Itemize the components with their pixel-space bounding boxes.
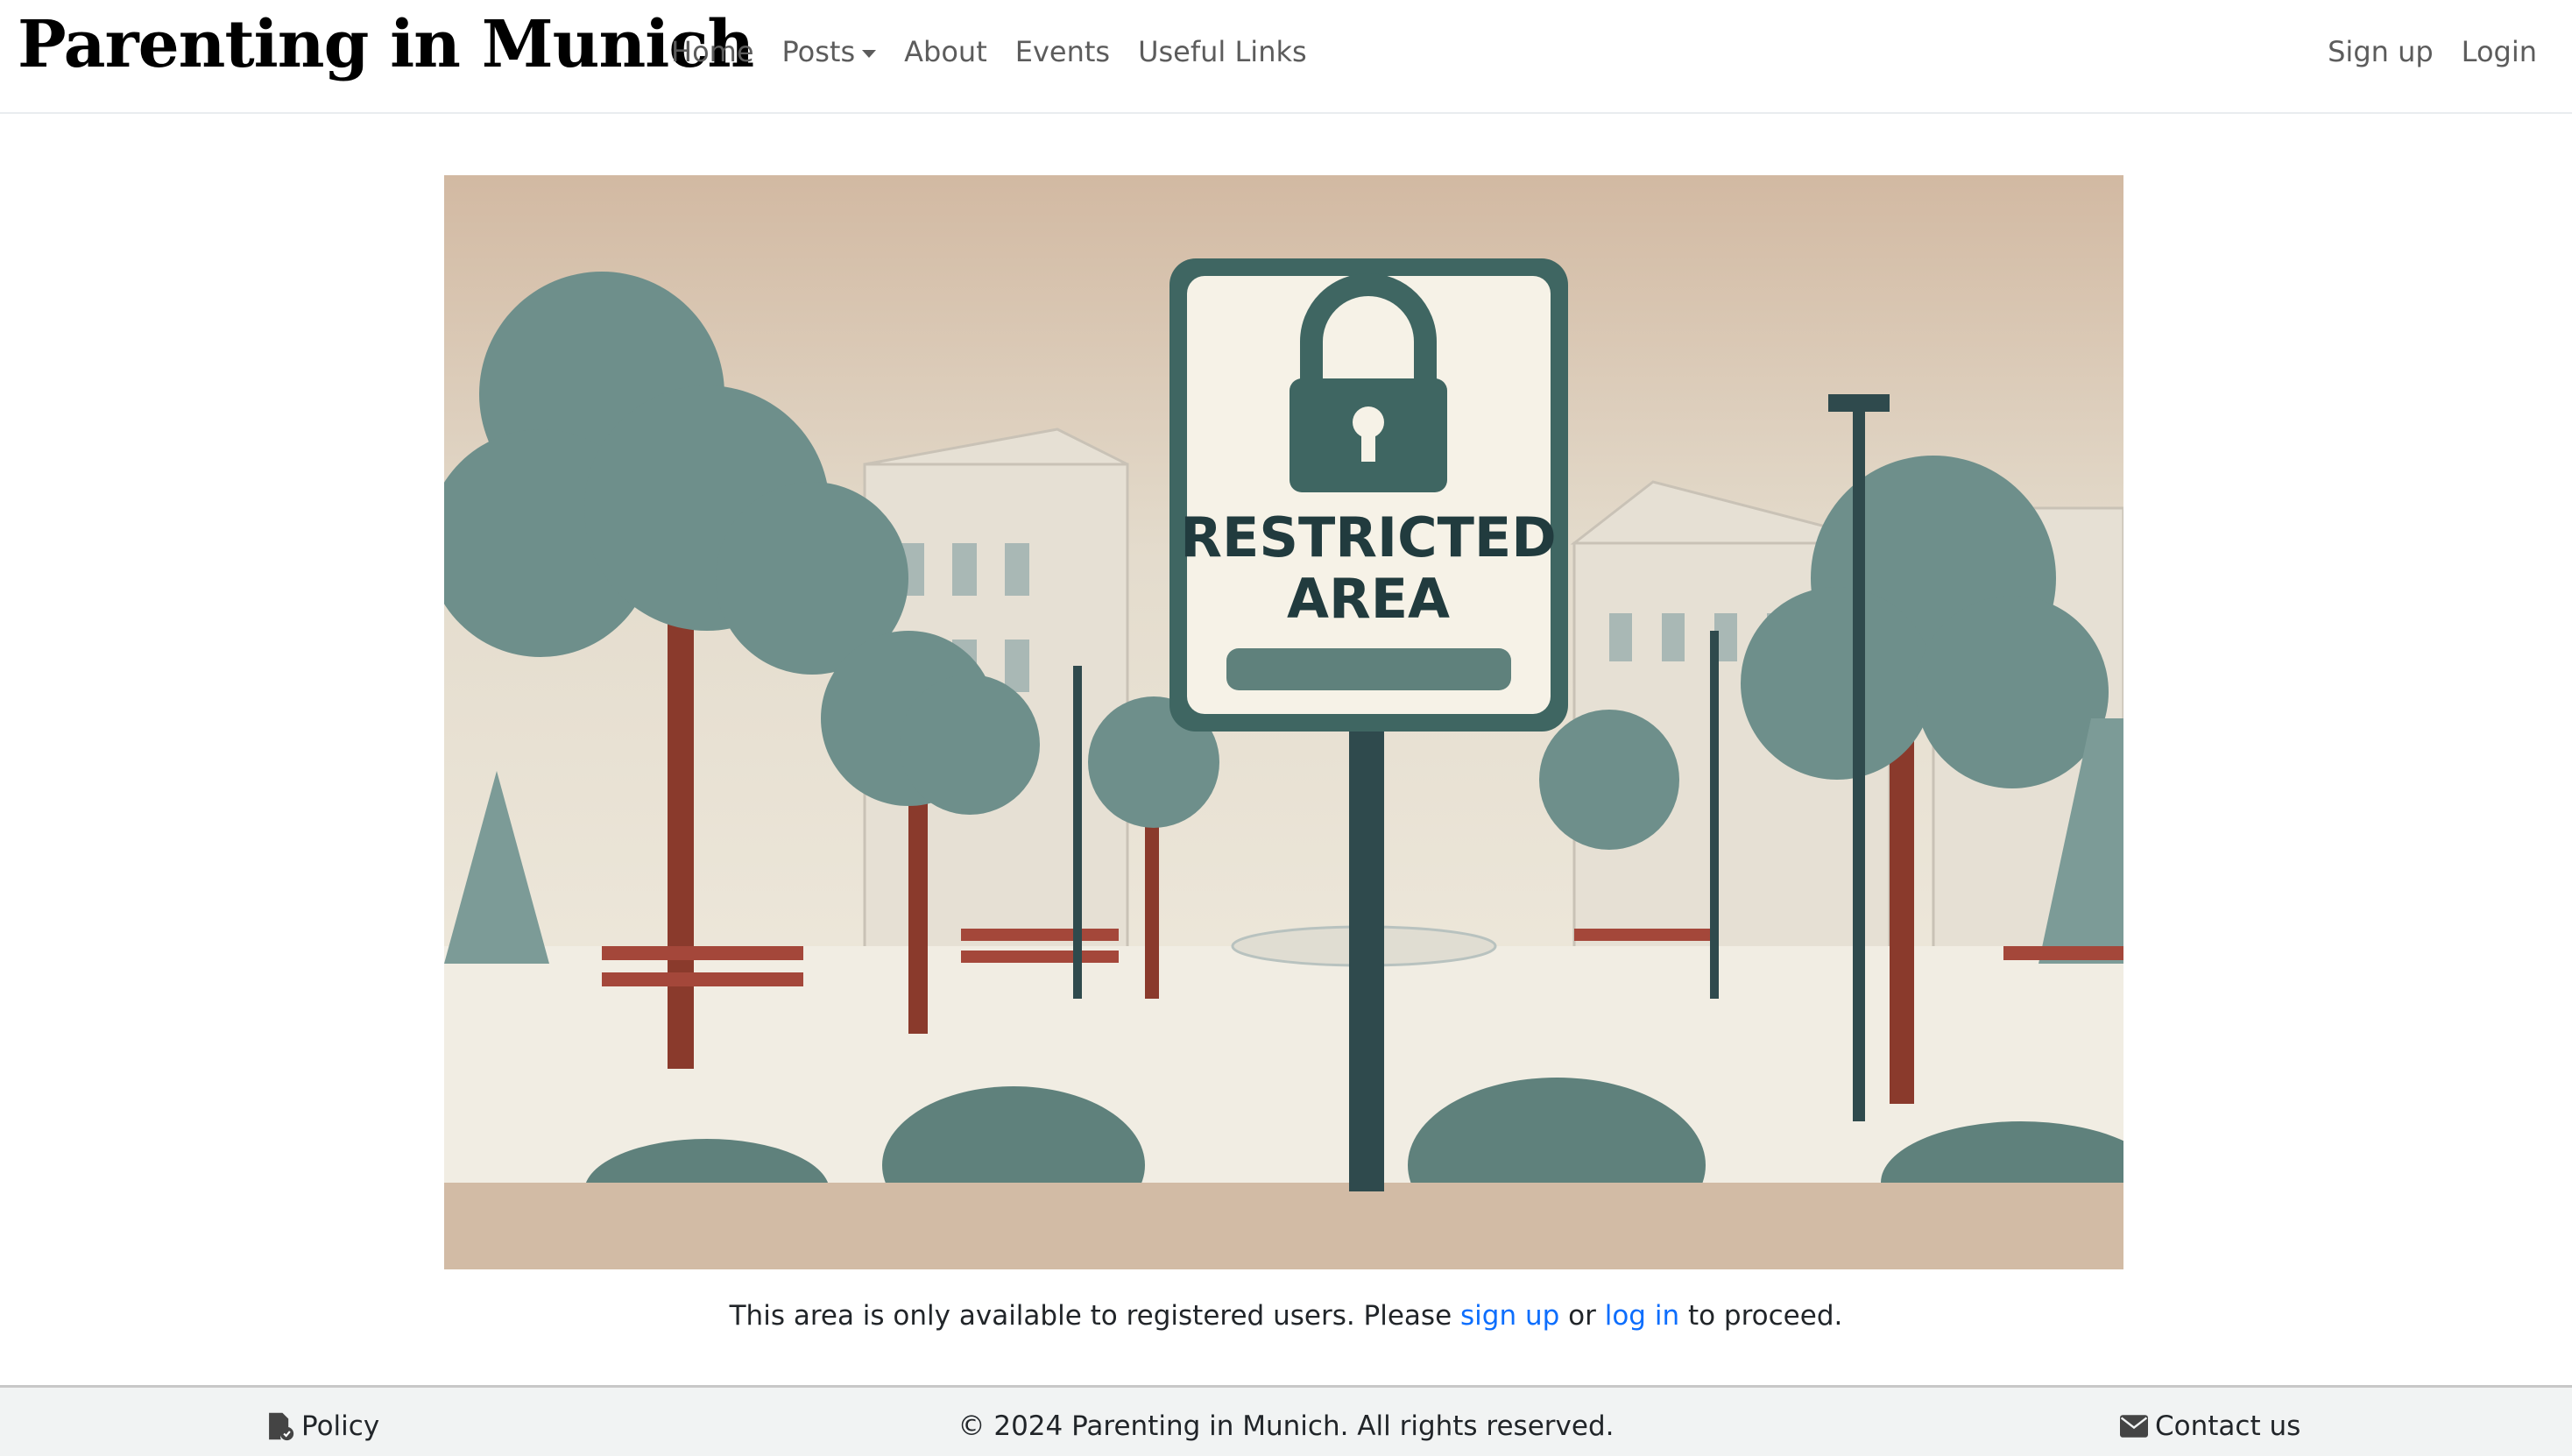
nav-posts-label: Posts: [781, 35, 856, 68]
caret-down-icon: [862, 49, 877, 58]
envelope-icon: [2120, 1415, 2148, 1438]
message-text: This area is only available to registere…: [729, 1300, 1461, 1332]
contact-link[interactable]: Contact us: [2120, 1410, 2300, 1442]
restricted-message: This area is only available to registere…: [0, 1300, 2572, 1332]
message-text: to proceed.: [1679, 1300, 1843, 1332]
navbar: Parenting in Munich Home Posts About Eve…: [0, 0, 2572, 114]
nav-home[interactable]: Home: [671, 35, 754, 68]
message-text: or: [1559, 1300, 1605, 1332]
sign-text-line2: AREA: [1287, 567, 1450, 631]
nav-about[interactable]: About: [904, 35, 987, 68]
sign-text-line1: RESTRICTED: [1180, 505, 1556, 569]
auth-links: Sign up Login: [2328, 35, 2537, 68]
log-in-inline-link[interactable]: log in: [1605, 1300, 1679, 1332]
footer: Policy © 2024 Parenting in Munich. All r…: [0, 1385, 2572, 1456]
nav-links: Home Posts About Events Useful Links: [671, 35, 1307, 68]
contact-label: Contact us: [2155, 1410, 2301, 1442]
sign-up-inline-link[interactable]: sign up: [1460, 1300, 1559, 1332]
nav-events[interactable]: Events: [1015, 35, 1110, 68]
login-link[interactable]: Login: [2462, 35, 2537, 68]
sign-up-link[interactable]: Sign up: [2328, 35, 2434, 68]
nav-useful-links[interactable]: Useful Links: [1138, 35, 1307, 68]
copyright-text: © 2024 Parenting in Munich. All rights r…: [957, 1410, 1615, 1442]
nav-posts-dropdown[interactable]: Posts: [782, 35, 877, 68]
restricted-area-illustration: RESTRICTED AREA: [444, 175, 2123, 1269]
brand-logo[interactable]: Parenting in Munich: [18, 7, 754, 82]
